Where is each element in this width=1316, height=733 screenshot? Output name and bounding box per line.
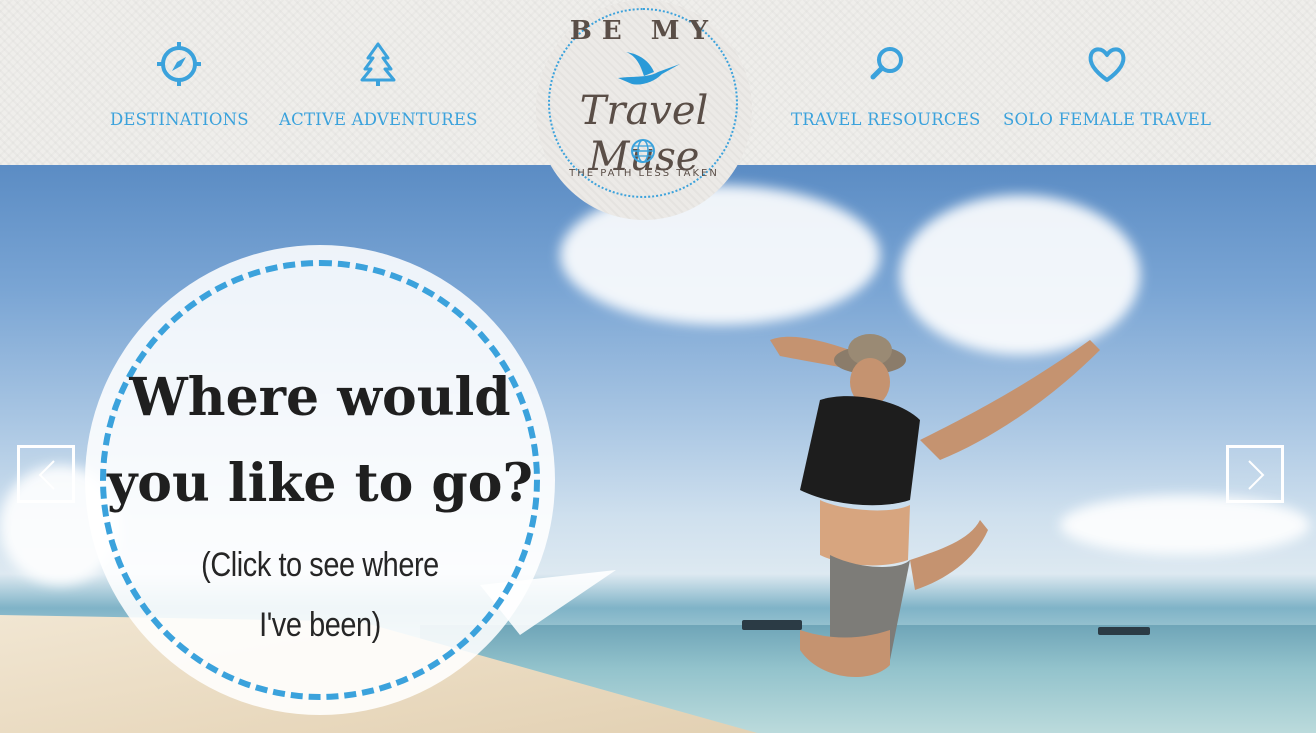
chevron-left-icon <box>38 460 55 490</box>
nav-solo-female-travel-label: SOLO FEMALE TRAVEL <box>1003 110 1212 129</box>
logo-top-text: BE MY <box>569 16 719 46</box>
nav-active-adventures[interactable]: ACTIVE ADVENTURES <box>279 40 478 129</box>
bubble-subtext: (Click to see where I've been) <box>176 535 465 655</box>
chevron-right-icon <box>1248 460 1265 490</box>
heart-icon <box>1088 47 1126 82</box>
nav-solo-female-travel[interactable]: SOLO FEMALE TRAVEL <box>1003 40 1211 129</box>
bubble-headline: Where would you like to go? <box>85 355 555 527</box>
bubble-headline-line1: Where would <box>129 367 511 428</box>
hero-slider[interactable]: Where would you like to go? (Click to se… <box>0 165 1316 733</box>
bubble-headline-line2: you like to go? <box>107 453 533 514</box>
slider-next-button[interactable] <box>1226 445 1284 503</box>
slider-prev-button[interactable] <box>17 445 75 503</box>
search-icon <box>870 47 903 80</box>
compass-icon <box>157 42 202 86</box>
globe-icon <box>631 139 655 163</box>
nav-destinations-label: DESTINATIONS <box>110 110 249 129</box>
tree-icon <box>360 42 396 86</box>
nav-travel-resources-label: TRAVEL RESOURCES <box>791 110 981 129</box>
nav-active-adventures-label: ACTIVE ADVENTURES <box>279 110 478 129</box>
jumping-woman-image <box>770 334 1100 677</box>
nav-destinations[interactable]: DESTINATIONS <box>110 40 249 129</box>
logo-script-text: Travel Muse <box>579 88 709 180</box>
logo-tagline: THE PATH LESS TAKEN <box>569 168 719 179</box>
bubble-subtext-line1: (Click to see where <box>201 546 439 584</box>
nav-travel-resources[interactable]: TRAVEL RESOURCES <box>791 40 981 129</box>
site-logo[interactable]: BE MY Travel Muse THE PATH LESS TAKEN <box>536 0 752 220</box>
bubble-subtext-line2: I've been) <box>259 606 381 644</box>
